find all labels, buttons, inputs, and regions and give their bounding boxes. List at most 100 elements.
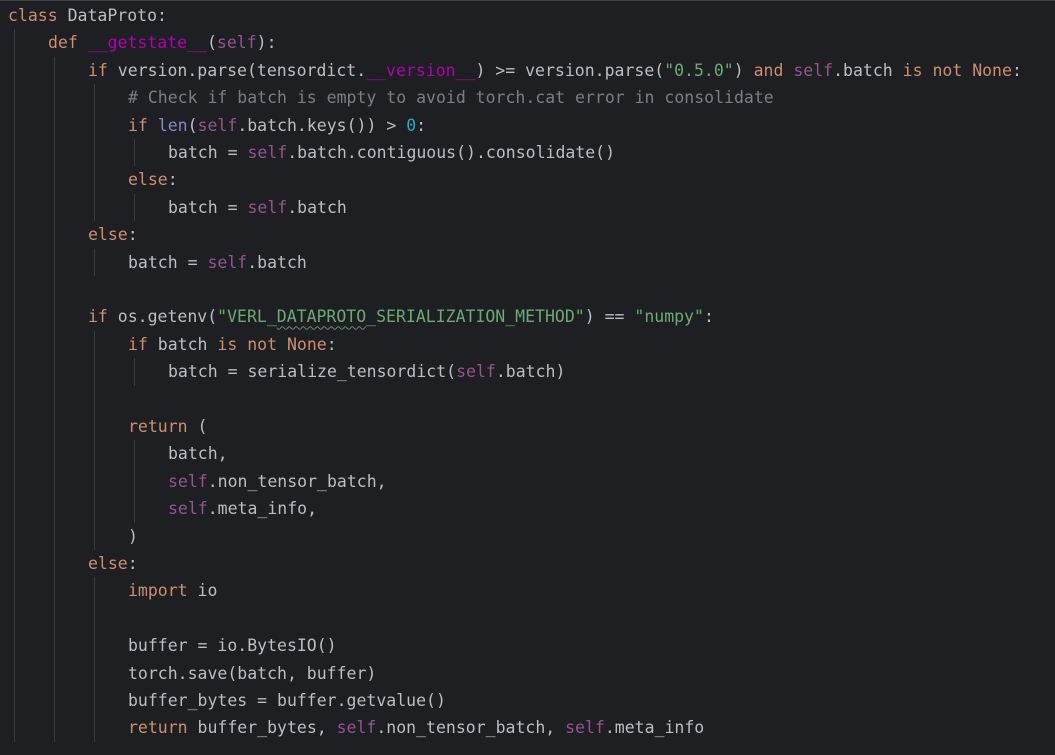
code-token-default: io [187, 581, 218, 601]
code-token-keyword: if [88, 307, 108, 327]
code-token-default: buffer = io.BytesIO() [128, 636, 337, 656]
code-line[interactable]: batch = self.batch [128, 249, 307, 276]
code-token-default: ) [128, 526, 138, 546]
code-token-keyword: if [128, 334, 148, 354]
code-token-string: "numpy" [634, 307, 704, 327]
code-token-default: .batch [247, 252, 307, 272]
code-token-builtin: len [157, 115, 188, 135]
indent-guide [94, 248, 95, 276]
code-token-comment: # Check if batch is empty to avoid torch… [128, 88, 774, 108]
code-line[interactable]: return ( [128, 413, 207, 440]
code-token-default: torch.save(batch, buffer) [128, 663, 377, 683]
code-line[interactable]: buffer_bytes = buffer.getvalue() [128, 687, 446, 714]
code-token-keyword: is not None [902, 60, 1012, 80]
code-token-string: _SERIALIZATION_METHOD" [366, 307, 585, 327]
code-token-self: self [197, 115, 238, 135]
code-line[interactable]: self.non_tensor_batch, [168, 468, 387, 495]
code-token-default: : [1011, 60, 1022, 80]
code-line[interactable]: else: [88, 550, 138, 577]
code-token-default: batch = [128, 252, 208, 272]
code-token-self: self [168, 499, 208, 519]
indent-guide [134, 358, 135, 386]
code-token-default: batch = serialize_tensordict( [168, 362, 457, 382]
code-token-default: : [326, 334, 337, 354]
indent-guide [94, 577, 95, 742]
code-token-self: self [216, 33, 257, 53]
code-token-keyword: return [128, 718, 188, 738]
code-line[interactable]: if version.parse(tensordict.__version__)… [88, 57, 1022, 84]
code-token-default: .batch [287, 197, 347, 217]
code-line[interactable]: batch = self.batch [168, 194, 347, 221]
code-token-self: self [247, 143, 288, 162]
code-token-default [78, 33, 88, 52]
code-token-keyword: else [88, 225, 128, 245]
code-token-default: ( [187, 417, 208, 436]
editor-top-border [0, 0, 1055, 1]
code-token-keyword: return [128, 417, 188, 436]
code-line[interactable]: # Check if batch is empty to avoid torch… [128, 84, 774, 111]
code-token-default: batch [147, 334, 218, 354]
code-token-self: self [168, 471, 208, 491]
code-token-self: self [456, 362, 496, 382]
code-token-default: .batch) [495, 362, 566, 382]
code-line[interactable]: batch, [168, 440, 228, 467]
code-token-default: .meta_info [604, 718, 705, 738]
code-editor[interactable]: class DataProto: def __getstate__(self): i… [0, 0, 1055, 755]
code-token-string: "0.5.0" [664, 60, 734, 80]
code-token-default: buffer_bytes = buffer.getvalue() [128, 691, 446, 710]
code-line[interactable]: else: [128, 166, 178, 193]
code-token-default: os.getenv( [107, 307, 218, 327]
code-token-default: version.parse(tensordict. [107, 60, 367, 80]
code-token-keyword: def [48, 33, 78, 53]
code-line[interactable]: else: [88, 221, 138, 248]
code-token-default: ) == [584, 307, 635, 327]
code-token-default: DataProto: [57, 6, 167, 25]
code-token-default: ) >= version.parse( [475, 60, 665, 80]
code-line[interactable]: import io [128, 577, 217, 604]
code-token-keyword: import [128, 581, 188, 601]
code-token-keyword: is not None [217, 334, 327, 354]
indent-guide [94, 84, 95, 222]
code-token-default [148, 116, 158, 135]
code-token-self: self [793, 60, 834, 80]
code-token-default: .non_tensor_batch, [376, 718, 566, 738]
code-token-default: : [416, 115, 427, 135]
code-line[interactable]: torch.save(batch, buffer) [128, 660, 376, 687]
code-token-default: ( [206, 33, 217, 53]
code-line[interactable]: batch = serialize_tensordict(self.batch) [168, 358, 565, 385]
code-token-default: buffer_bytes, [187, 718, 337, 738]
code-line[interactable]: if batch is not None: [128, 331, 337, 358]
code-token-default: ) [733, 60, 754, 80]
code-line[interactable]: if len(self.batch.keys()) > 0: [128, 112, 426, 139]
code-token-default: batch = [168, 143, 248, 162]
code-token-default: : [127, 554, 138, 573]
code-token-default: .non_tensor_batch, [207, 471, 387, 491]
code-token-keyword: else [128, 170, 168, 190]
code-token-default: : [703, 307, 714, 327]
code-token-default: .meta_info, [207, 499, 318, 519]
code-line[interactable]: def __getstate__(self): [48, 29, 277, 56]
code-token-string: "VERL_ [217, 307, 277, 327]
code-token-default: batch, [168, 444, 228, 464]
code-token-default: ): [256, 33, 277, 53]
code-token-number: 0 [406, 115, 417, 135]
code-token-keyword: else [88, 554, 128, 573]
code-token-default: : [167, 170, 178, 190]
code-line[interactable]: self.meta_info, [168, 495, 317, 522]
code-line[interactable]: return buffer_bytes, self.non_tensor_bat… [128, 714, 704, 741]
code-line[interactable]: ) [128, 523, 138, 550]
code-token-dunder-def: __getstate__ [87, 33, 207, 53]
code-line[interactable]: buffer = io.BytesIO() [128, 632, 337, 659]
indent-guide [14, 29, 15, 742]
code-line[interactable]: batch = self.batch.contiguous().consolid… [168, 139, 615, 166]
code-token-keyword: if [128, 115, 148, 135]
code-line[interactable]: class DataProto: [8, 2, 167, 29]
code-token-default: : [127, 225, 138, 245]
code-token-self: self [565, 718, 605, 738]
indent-guide [134, 440, 135, 523]
code-token-keyword: if [88, 60, 108, 80]
code-token-keyword: class [8, 6, 58, 25]
code-line[interactable]: if os.getenv("VERL_DATAPROTO_SERIALIZATI… [88, 303, 714, 330]
code-token-default: .batch.keys()) > [237, 115, 407, 135]
indent-guide [134, 193, 135, 222]
